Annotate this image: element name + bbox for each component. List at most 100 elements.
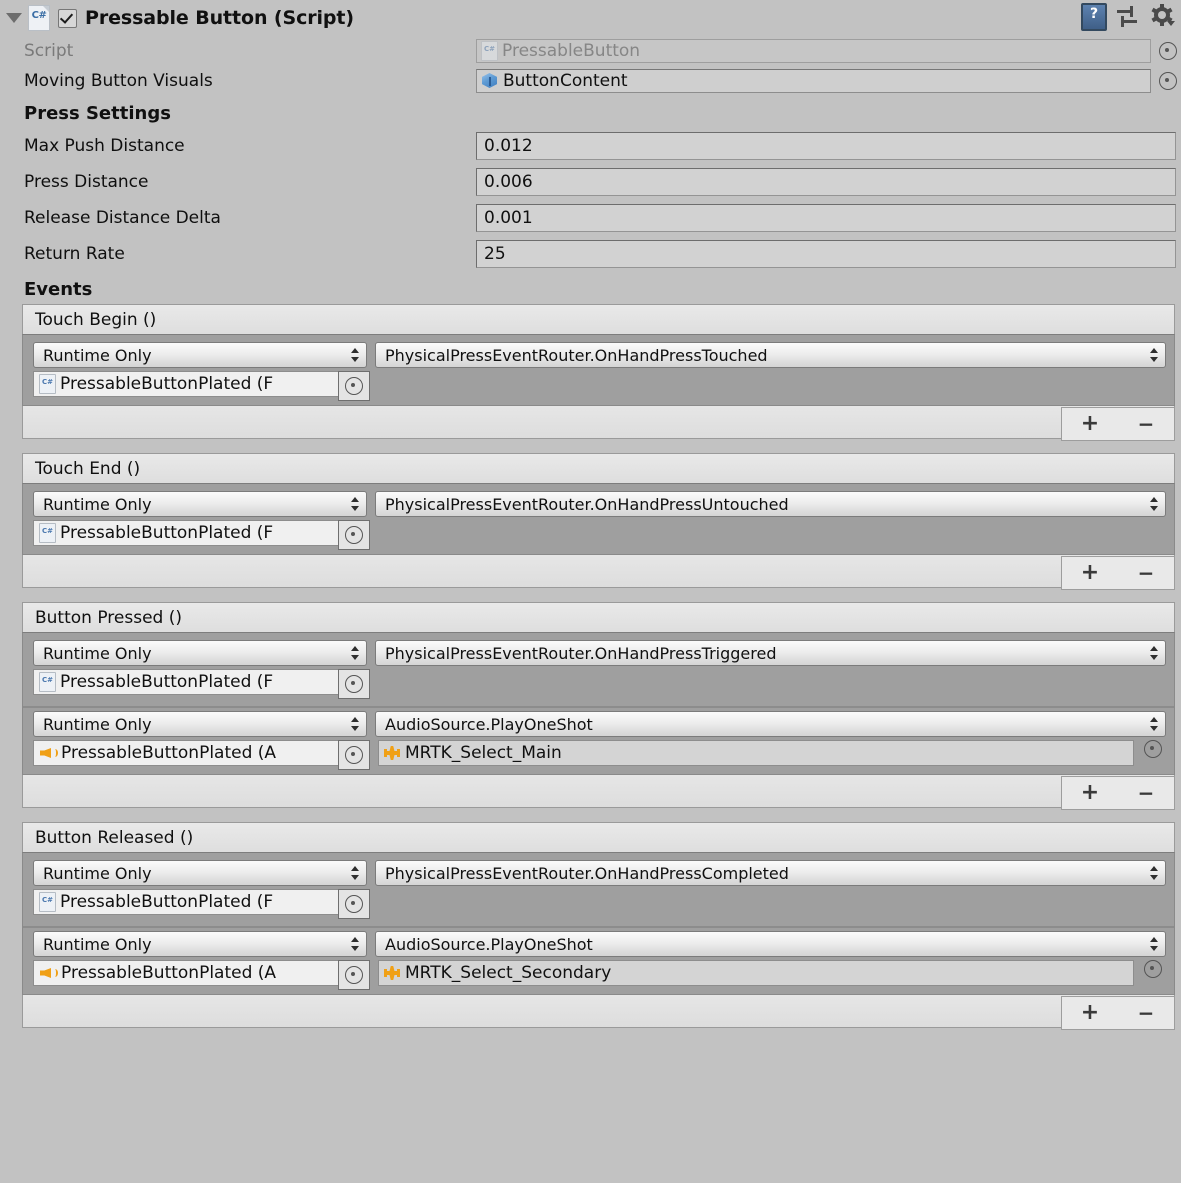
event-entry-top-row: Runtime Only AudioSource.PlayOneShot (33, 711, 1166, 737)
event-mode-label: Runtime Only (43, 714, 152, 734)
event-target-ping-button[interactable] (338, 520, 370, 550)
event-mode-label: Runtime Only (43, 934, 152, 954)
event-target-ping-button[interactable] (338, 669, 370, 699)
event-entry: Runtime Only AudioSource.PlayOneShot Pre… (23, 926, 1174, 994)
event-argument-ping-icon[interactable] (1144, 960, 1162, 978)
max-push-distance-input[interactable]: 0.012 (476, 132, 1176, 160)
event-argument-object-field[interactable]: MRTK_Select_Secondary (378, 960, 1134, 986)
event-function-dropdown[interactable]: PhysicalPressEventRouter.OnHandPressTrig… (375, 640, 1166, 666)
chevron-updown-icon (350, 496, 360, 512)
event-mode-label: Runtime Only (43, 643, 152, 663)
event-add-button[interactable]: + (1070, 1002, 1110, 1024)
event-target-object-field[interactable]: PressableButtonPlated (A (33, 960, 339, 986)
event-function-label: PhysicalPressEventRouter.OnHandPressUnto… (385, 494, 789, 514)
chevron-updown-icon (1149, 347, 1159, 363)
event-entry-bottom-row: PressableButtonPlated (A MRTK_Select_Sec… (33, 960, 1166, 990)
event-argument-ping-icon[interactable] (1144, 740, 1162, 758)
event-target-ping-button[interactable] (338, 960, 370, 990)
event-entry-top-row: Runtime Only PhysicalPressEventRouter.On… (33, 860, 1166, 886)
event-argument-placeholder (378, 889, 1166, 919)
preset-icon[interactable] (1117, 6, 1141, 28)
target-ping-icon (345, 966, 363, 984)
press-distance-input[interactable]: 0.006 (476, 168, 1176, 196)
moving-button-visuals-value: ButtonContent (503, 71, 628, 91)
event-add-remove-group: + − (1061, 776, 1175, 810)
prefab-cube-icon (481, 72, 499, 90)
event-argument-object-field[interactable]: MRTK_Select_Main (378, 740, 1134, 766)
release-distance-delta-input[interactable]: 0.001 (476, 204, 1176, 232)
property-label-release-distance-delta: Release Distance Delta (24, 208, 221, 228)
event-target-ping-button[interactable] (338, 740, 370, 770)
event-mode-label: Runtime Only (43, 345, 152, 365)
page-title: Pressable Button (Script) (85, 7, 354, 29)
event-entry-bottom-row: PressableButtonPlated (F (33, 889, 1166, 919)
property-label-return-rate: Return Rate (24, 244, 125, 264)
csharp-script-icon (28, 5, 50, 31)
event-mode-label: Runtime Only (43, 494, 152, 514)
event-entry: Runtime Only AudioSource.PlayOneShot Pre… (23, 706, 1174, 774)
moving-button-visuals-ping-icon[interactable] (1159, 72, 1177, 90)
events-container: Touch Begin () Runtime Only PhysicalPres… (0, 304, 1181, 1042)
property-row-release-distance-delta: Release Distance Delta 0.001 (0, 200, 1181, 236)
event-target-object-field[interactable]: PressableButtonPlated (F (33, 371, 339, 397)
event-remove-button[interactable]: − (1126, 1003, 1166, 1023)
script-object-field[interactable]: PressableButton (476, 39, 1151, 63)
script-ping-icon[interactable] (1159, 42, 1177, 60)
event-target-object-field[interactable]: PressableButtonPlated (A (33, 740, 339, 766)
event-target-label: PressableButtonPlated (F (60, 523, 274, 543)
event-target-object-field[interactable]: PressableButtonPlated (F (33, 520, 339, 546)
target-ping-icon (345, 377, 363, 395)
event-mode-dropdown[interactable]: Runtime Only (33, 640, 367, 666)
event-entry-top-row: Runtime Only PhysicalPressEventRouter.On… (33, 640, 1166, 666)
event-entry: Runtime Only PhysicalPressEventRouter.On… (23, 857, 1174, 923)
event-mode-dropdown[interactable]: Runtime Only (33, 860, 367, 886)
foldout-triangle-icon[interactable] (6, 13, 22, 23)
event-block-footer: + − (22, 995, 1175, 1030)
event-add-button[interactable]: + (1070, 782, 1110, 804)
event-function-dropdown[interactable]: AudioSource.PlayOneShot (375, 711, 1166, 737)
section-title-events: Events (24, 279, 93, 300)
gear-icon[interactable] (1151, 4, 1175, 29)
return-rate-input[interactable]: 25 (476, 240, 1176, 268)
event-remove-button[interactable]: − (1126, 563, 1166, 583)
property-row-return-rate: Return Rate 25 (0, 236, 1181, 272)
event-target-object-field[interactable]: PressableButtonPlated (F (33, 889, 339, 915)
event-entry-list: Runtime Only PhysicalPressEventRouter.On… (22, 334, 1175, 406)
event-block-footer: + − (22, 555, 1175, 590)
event-add-button[interactable]: + (1070, 562, 1110, 584)
event-function-dropdown[interactable]: PhysicalPressEventRouter.OnHandPressUnto… (375, 491, 1166, 517)
event-block-title: Button Pressed () (22, 602, 1175, 632)
component-enabled-checkbox[interactable] (58, 8, 77, 28)
event-function-dropdown[interactable]: AudioSource.PlayOneShot (375, 931, 1166, 957)
event-add-remove-group: + − (1061, 556, 1175, 590)
event-mode-dropdown[interactable]: Runtime Only (33, 711, 367, 737)
chevron-updown-icon (350, 936, 360, 952)
event-mode-dropdown[interactable]: Runtime Only (33, 342, 367, 368)
chevron-updown-icon (350, 865, 360, 881)
event-block-gap (0, 808, 1181, 822)
event-add-button[interactable]: + (1070, 413, 1110, 435)
event-block: Button Released () Runtime Only Physical… (22, 822, 1175, 1030)
event-mode-dropdown[interactable]: Runtime Only (33, 931, 367, 957)
property-row-moving-button-visuals: Moving Button Visuals ButtonContent (0, 66, 1181, 96)
property-row-max-push-distance: Max Push Distance 0.012 (0, 128, 1181, 164)
header-icon-group (1081, 3, 1175, 31)
event-function-dropdown[interactable]: PhysicalPressEventRouter.OnHandPressComp… (375, 860, 1166, 886)
event-block: Button Pressed () Runtime Only PhysicalP… (22, 602, 1175, 810)
event-target-ping-button[interactable] (338, 371, 370, 401)
event-entry-bottom-row: PressableButtonPlated (F (33, 669, 1166, 699)
event-remove-button[interactable]: − (1126, 414, 1166, 434)
event-block-footer: + − (22, 406, 1175, 441)
event-remove-button[interactable]: − (1126, 783, 1166, 803)
moving-button-visuals-object-field[interactable]: ButtonContent (476, 69, 1151, 93)
event-mode-dropdown[interactable]: Runtime Only (33, 491, 367, 517)
help-book-icon[interactable] (1081, 3, 1107, 31)
event-function-label: PhysicalPressEventRouter.OnHandPressComp… (385, 863, 789, 883)
event-block-footer: + − (22, 775, 1175, 810)
event-function-dropdown[interactable]: PhysicalPressEventRouter.OnHandPressTouc… (375, 342, 1166, 368)
chevron-updown-icon (350, 716, 360, 732)
target-ping-icon (345, 895, 363, 913)
event-target-object-field[interactable]: PressableButtonPlated (F (33, 669, 339, 695)
event-target-ping-button[interactable] (338, 889, 370, 919)
event-entry-list: Runtime Only PhysicalPressEventRouter.On… (22, 852, 1175, 995)
